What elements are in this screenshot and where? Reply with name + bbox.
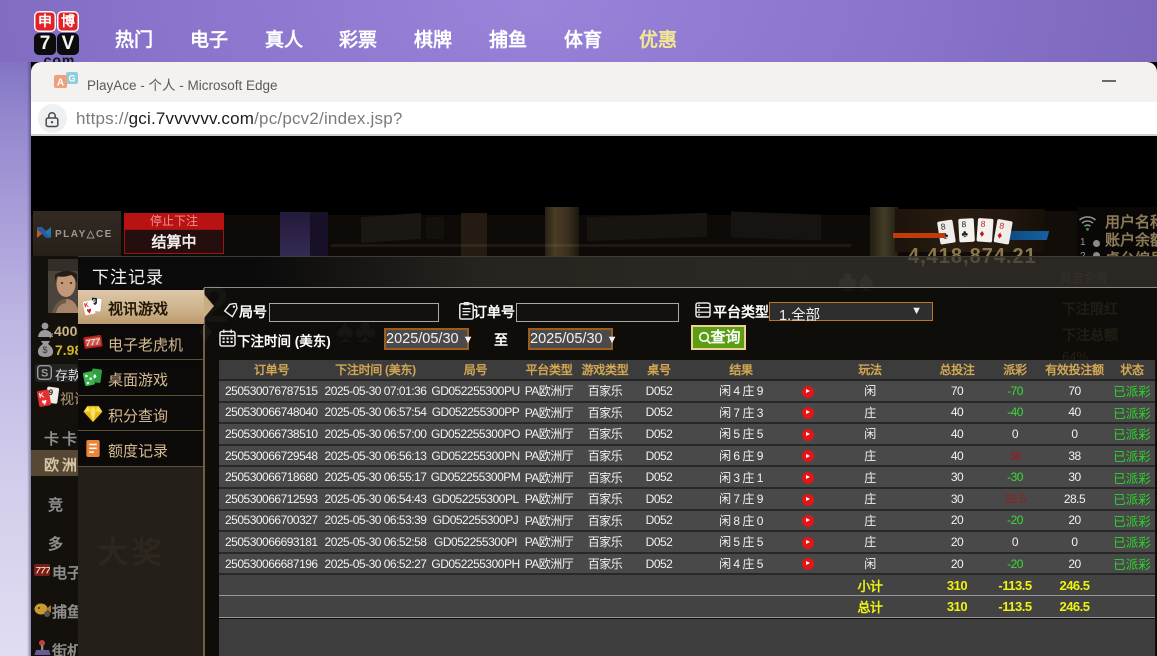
svg-text:8: 8 [961, 219, 967, 229]
svg-text:A: A [57, 78, 64, 89]
svg-text:♣: ♣ [961, 229, 969, 240]
svg-text:✱: ✱ [47, 331, 53, 338]
svg-text:777: 777 [36, 566, 51, 576]
svg-text:$: $ [43, 345, 48, 355]
svg-text:S: S [41, 368, 48, 380]
svg-text:G: G [68, 74, 75, 84]
svg-text:♦: ♦ [979, 229, 985, 240]
